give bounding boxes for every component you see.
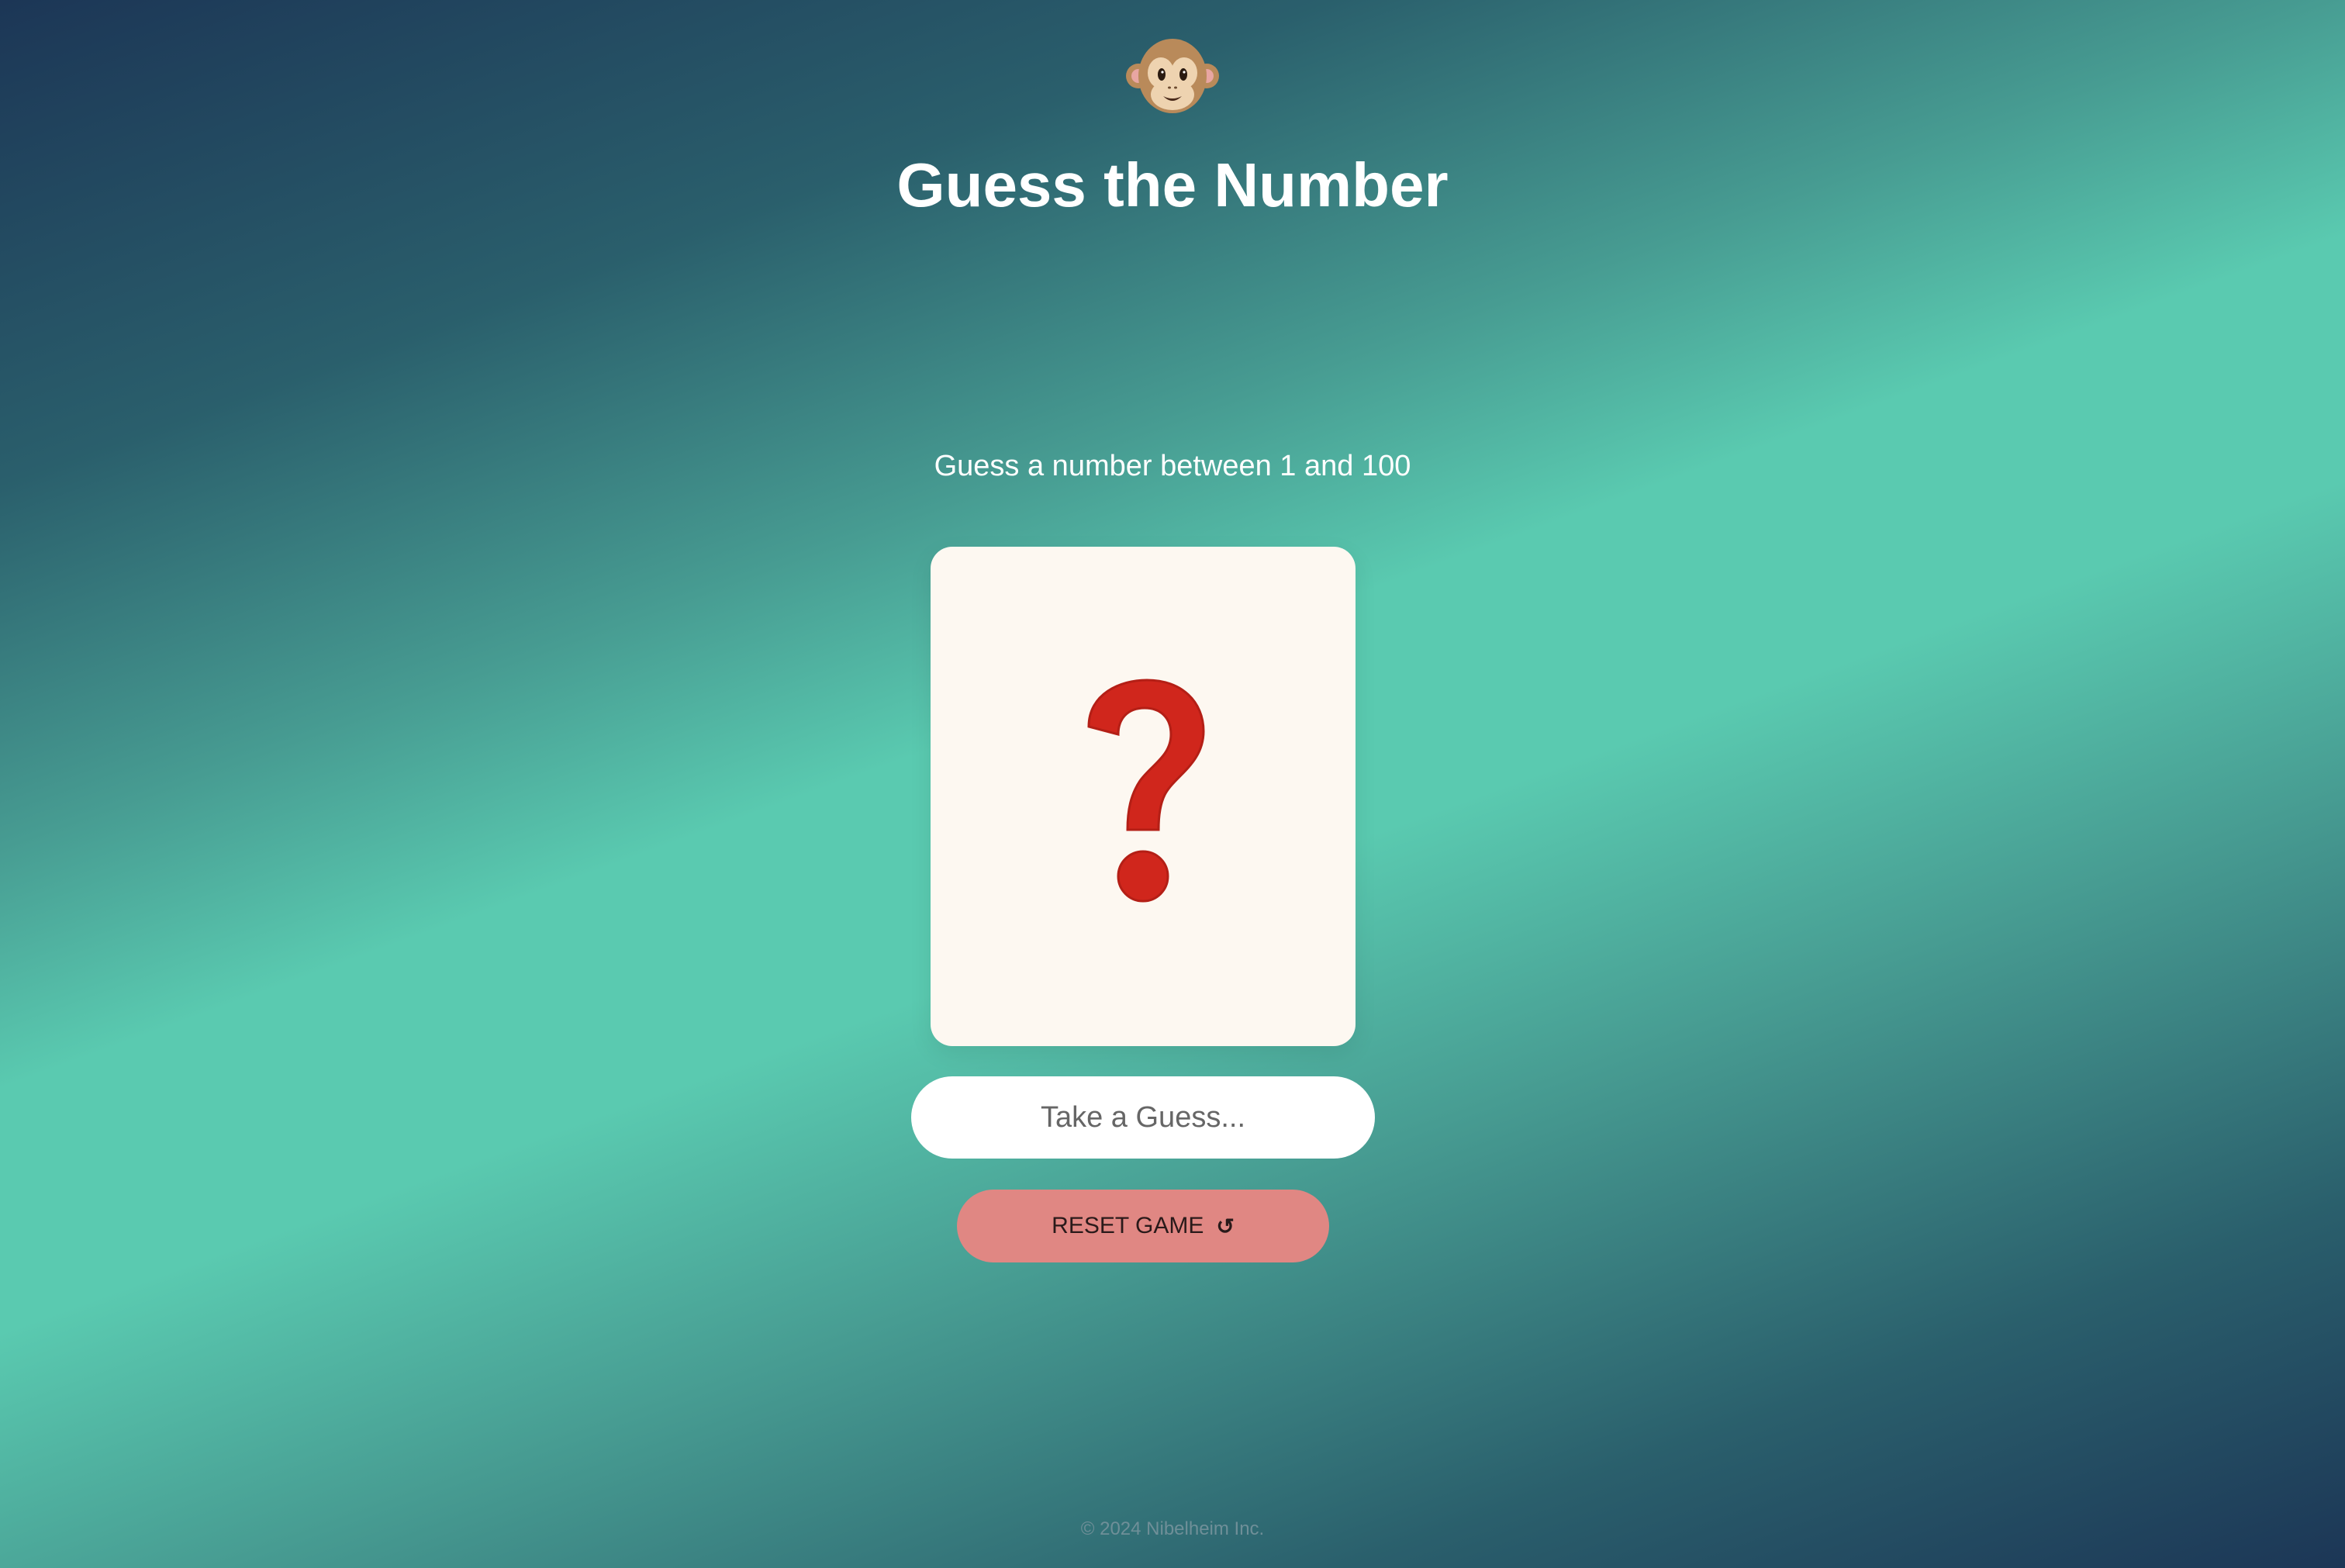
reset-button-label: RESET GAME bbox=[1052, 1213, 1204, 1238]
page-title: Guess the Number bbox=[896, 150, 1449, 219]
reset-icon: ↺ bbox=[1216, 1214, 1235, 1238]
reset-game-button[interactable]: RESET GAME ↺ bbox=[957, 1190, 1329, 1262]
question-mark-icon bbox=[1073, 678, 1213, 915]
footer-copyright: © 2024 Nibelheim Inc. bbox=[1080, 1518, 1265, 1539]
monkey-face-icon bbox=[1126, 31, 1219, 124]
mystery-number-card bbox=[931, 547, 1356, 1046]
game-prompt: Guess a number between 1 and 100 bbox=[934, 450, 1411, 482]
header: Guess the Number bbox=[0, 31, 2345, 219]
guess-input[interactable] bbox=[911, 1076, 1375, 1159]
